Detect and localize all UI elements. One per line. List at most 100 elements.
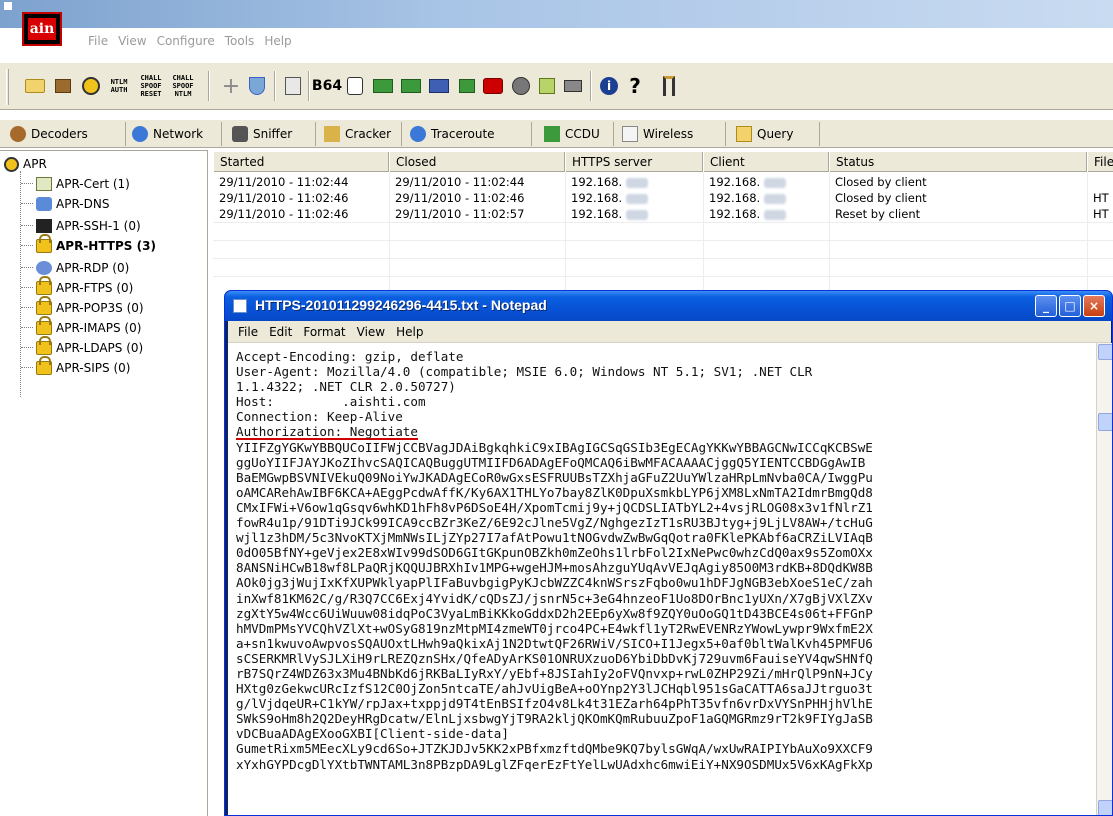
app-logo-text: ain bbox=[28, 18, 56, 40]
tree-item-apr-ssh[interactable]: APR-SSH-1 (0) bbox=[36, 217, 141, 235]
text-line-content: Host: .aishti.com bbox=[236, 394, 426, 410]
toolbar-grip[interactable] bbox=[6, 69, 9, 105]
tree-item-apr-sips[interactable]: APR-SIPS (0) bbox=[36, 356, 130, 377]
notepad-title: HTTPS-201011299246296-4415.txt - Notepad bbox=[255, 297, 547, 313]
text-line: YIIFZgYGKwYBBQUCoIIFWjCCBVagJDAiBgkqhkiC… bbox=[236, 440, 873, 455]
menu-file[interactable]: File bbox=[88, 34, 108, 48]
lock-icon bbox=[36, 234, 52, 253]
ntlm-auth-button[interactable]: NTLM AUTH bbox=[104, 73, 134, 99]
table-row[interactable]: 29/11/2010 - 11:02:46 29/11/2010 - 11:02… bbox=[213, 190, 1113, 206]
rainbow-tables-icon[interactable] bbox=[480, 73, 506, 99]
network-icon bbox=[132, 126, 148, 142]
cert-collector-icon[interactable] bbox=[280, 73, 306, 99]
tab-decoders[interactable]: Decoders bbox=[4, 122, 126, 146]
shield-icon[interactable] bbox=[244, 73, 270, 99]
vertical-scrollbar[interactable] bbox=[1096, 343, 1112, 815]
tree-root-apr[interactable]: APR bbox=[4, 155, 47, 173]
tree-item-apr-cert[interactable]: APR-Cert (1) bbox=[36, 175, 130, 193]
lm-hash-icon[interactable] bbox=[370, 73, 396, 99]
tab-cracker[interactable]: Cracker bbox=[318, 122, 402, 146]
decoders-icon bbox=[10, 126, 26, 142]
cell-client: 192.168. bbox=[703, 206, 829, 222]
column-header-status[interactable]: Status bbox=[829, 152, 1087, 172]
tab-ccdu[interactable]: CCDU bbox=[538, 122, 614, 146]
text-line: Authorization: Negotiate bbox=[236, 424, 873, 441]
tree-item-label: APR-POP3S (0) bbox=[56, 301, 144, 315]
wordlist-icon[interactable] bbox=[454, 73, 480, 99]
chall-spoof-reset-button[interactable]: CHALL SPOOF RESET bbox=[136, 73, 166, 99]
notepad-title-bar[interactable]: HTTPS-201011299246296-4415.txt - Notepad… bbox=[225, 291, 1112, 321]
column-header-file[interactable]: File bbox=[1087, 152, 1113, 172]
vnc-icon[interactable] bbox=[534, 73, 560, 99]
maximize-button[interactable]: □ bbox=[1059, 295, 1081, 317]
notepad-menu-format[interactable]: Format bbox=[303, 325, 345, 339]
add-icon[interactable]: + bbox=[218, 73, 244, 99]
column-header-closed[interactable]: Closed bbox=[389, 152, 565, 172]
table-row[interactable]: 29/11/2010 - 11:02:44 29/11/2010 - 11:02… bbox=[213, 174, 1113, 190]
scroll-thumb[interactable] bbox=[1098, 413, 1112, 431]
base64-icon[interactable]: B64 bbox=[312, 73, 342, 99]
tab-wireless[interactable]: Wireless bbox=[616, 122, 726, 146]
column-header-started[interactable]: Started bbox=[213, 152, 389, 172]
text-line-content: AOk0jg3jWujIxKfXUPWklyapPlIFaBuvbgigPyKJ… bbox=[236, 575, 873, 591]
start-sniffer-icon[interactable] bbox=[50, 73, 76, 99]
tree-item-apr-imaps[interactable]: APR-IMAPS (0) bbox=[36, 316, 141, 337]
scroll-down-button[interactable] bbox=[1098, 800, 1112, 815]
system-menu-icon[interactable] bbox=[4, 2, 12, 10]
redacted-ip bbox=[626, 193, 649, 204]
rsa-icon[interactable] bbox=[426, 73, 452, 99]
toolbar-separator-3 bbox=[308, 71, 310, 101]
notepad-menu-edit[interactable]: Edit bbox=[269, 325, 292, 339]
table-row[interactable]: 29/11/2010 - 11:02:46 29/11/2010 - 11:02… bbox=[213, 206, 1113, 222]
notepad-window[interactable]: HTTPS-201011299246296-4415.txt - Notepad… bbox=[224, 290, 1113, 816]
scroll-up-button[interactable] bbox=[1098, 344, 1112, 360]
tab-sniffer[interactable]: Sniffer bbox=[226, 122, 316, 146]
ntlm-hash-icon[interactable] bbox=[398, 73, 424, 99]
close-button[interactable]: × bbox=[1083, 295, 1105, 317]
hash-calculator-icon[interactable] bbox=[342, 73, 368, 99]
text-line: Host: .aishti.com bbox=[236, 394, 873, 409]
column-header-https-server[interactable]: HTTPS server bbox=[565, 152, 703, 172]
router-icon[interactable] bbox=[560, 73, 586, 99]
notepad-menu-view[interactable]: View bbox=[357, 325, 385, 339]
info-icon[interactable]: i bbox=[596, 73, 622, 99]
lock-icon bbox=[36, 356, 52, 375]
column-header-client[interactable]: Client bbox=[703, 152, 829, 172]
cisco-icon[interactable] bbox=[508, 73, 534, 99]
tree-item-apr-rdp[interactable]: APR-RDP (0) bbox=[36, 259, 129, 277]
notepad-menu-file[interactable]: File bbox=[238, 325, 258, 339]
traceroute-icon bbox=[410, 126, 426, 142]
tree-line bbox=[21, 307, 33, 308]
tab-traceroute[interactable]: Traceroute bbox=[404, 122, 532, 146]
chall-label-2: CHALL bbox=[172, 74, 194, 82]
text-line-content: BaEMGwpBSVNIVEkuQ09NoiYwJKADAgECoR0wGxsE… bbox=[236, 469, 873, 485]
server-ip: 192.168. bbox=[571, 175, 623, 189]
menu-configure[interactable]: Configure bbox=[157, 34, 215, 48]
tree-item-apr-ldaps[interactable]: APR-LDAPS (0) bbox=[36, 336, 143, 357]
notepad-text-area[interactable]: Accept-Encoding: gzip, deflate User-Agent… bbox=[228, 343, 1096, 815]
tree-item-apr-pop3s[interactable]: APR-POP3S (0) bbox=[36, 296, 144, 317]
menu-tools[interactable]: Tools bbox=[225, 34, 255, 48]
text-line-content: ggUoYIIFJAYJKoZIhvcSAQICAQBuggUTMIIFD6AD… bbox=[236, 454, 866, 470]
minimize-button[interactable]: _ bbox=[1035, 295, 1057, 317]
tree-item-apr-dns[interactable]: APR-DNS bbox=[36, 195, 109, 213]
chall-spoof-ntlm-button[interactable]: CHALL SPOOF NTLM bbox=[168, 73, 198, 99]
menu-bar: File View Configure Tools Help bbox=[0, 28, 1113, 54]
redacted-ip bbox=[764, 209, 787, 220]
text-line-content: zgXtY5w4Wcc6UiWuuw08idqPoC3VyaLmBiKKkoGd… bbox=[236, 605, 873, 621]
tab-network[interactable]: Network bbox=[126, 122, 222, 146]
tab-query[interactable]: Query bbox=[730, 122, 820, 146]
table-header: Started Closed HTTPS server Client Statu… bbox=[213, 152, 1113, 172]
open-folder-icon[interactable] bbox=[22, 73, 48, 99]
tree-line bbox=[21, 245, 33, 246]
notepad-menu-help[interactable]: Help bbox=[396, 325, 423, 339]
help-icon[interactable]: ? bbox=[622, 73, 648, 99]
row-divider bbox=[213, 276, 1113, 277]
apr-icon[interactable] bbox=[78, 73, 104, 99]
tree-item-apr-https[interactable]: APR-HTTPS (3) bbox=[36, 234, 156, 255]
tree-item-apr-ftps[interactable]: APR-FTPS (0) bbox=[36, 276, 133, 297]
ntlm-label-2: NTLM bbox=[174, 90, 192, 98]
menu-view[interactable]: View bbox=[118, 34, 146, 48]
exit-icon[interactable] bbox=[656, 73, 682, 99]
menu-help[interactable]: Help bbox=[264, 34, 291, 48]
